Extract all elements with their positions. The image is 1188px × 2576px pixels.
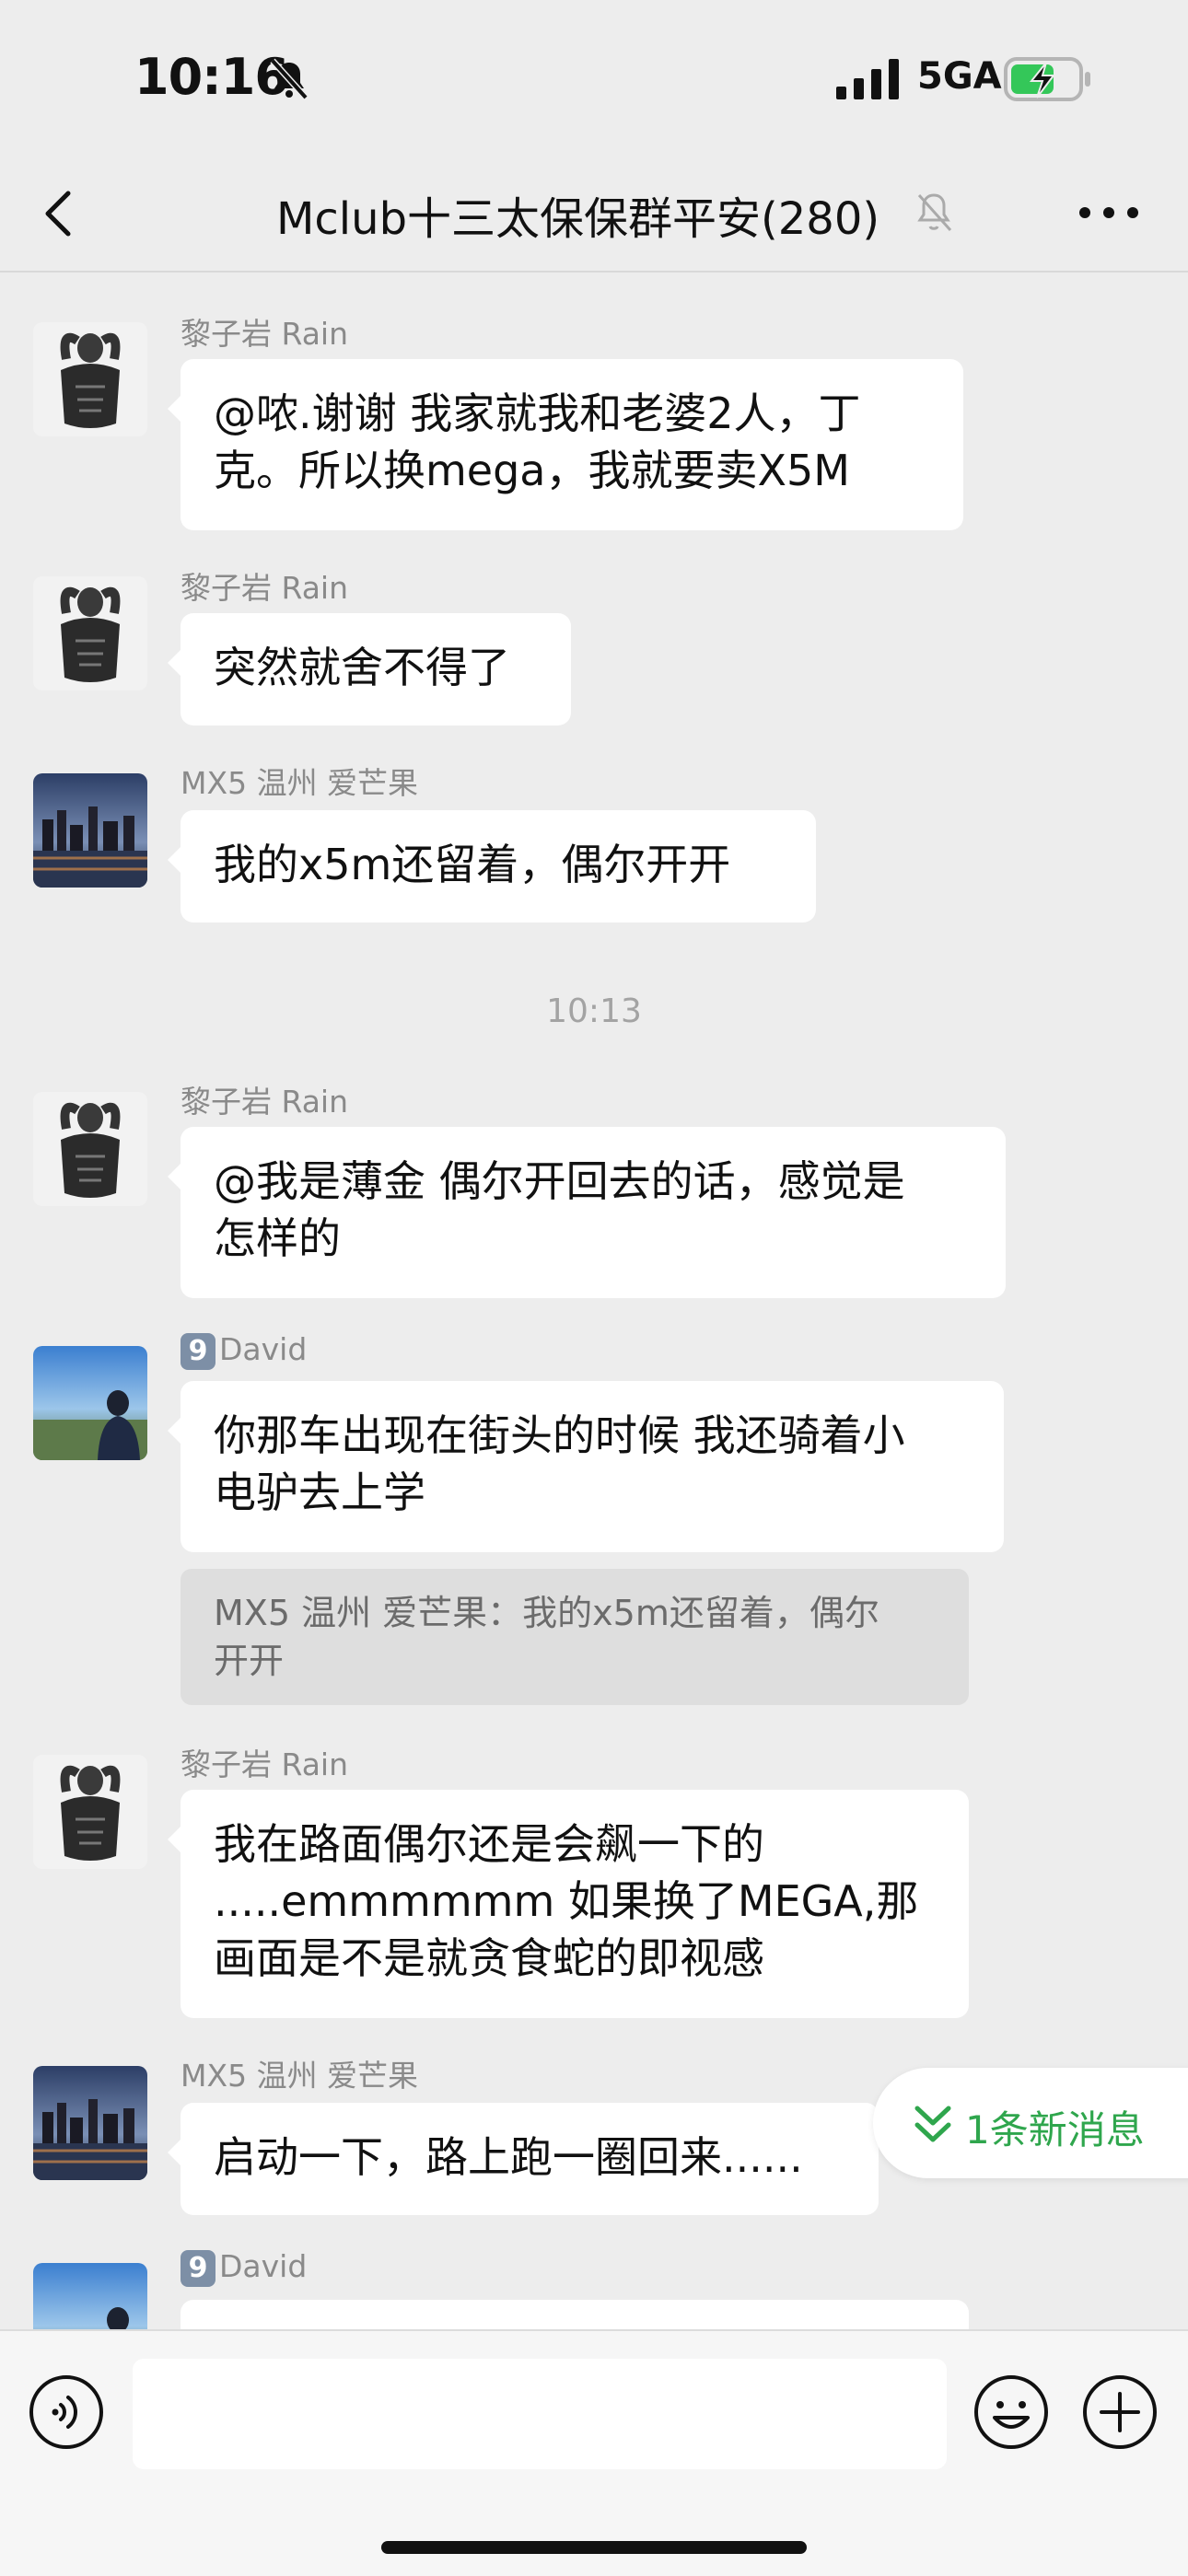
battery-icon [1004,57,1090,101]
bell-mute-icon [917,193,952,232]
voice-icon[interactable] [28,2373,105,2451]
sender-name: 9 David [181,1331,307,1370]
sender-name: 黎子岩 Rain [181,1084,348,1120]
avatar[interactable] [33,576,147,690]
bell-off-icon [270,58,309,100]
new-messages-button[interactable]: 1条新消息 [873,2068,1188,2178]
avatar[interactable] [33,1092,147,1206]
sender-name: MX5 温州 爱芒果 [181,765,419,801]
message-input[interactable] [133,2359,947,2469]
sender-name: MX5 温州 爱芒果 [181,2058,419,2094]
new-messages-label: 1条新消息 [965,2107,1145,2152]
status-bar: 10:16 5GA [0,0,1188,157]
level-badge: 9 [181,2249,215,2287]
signal-icon [836,59,899,99]
more-dots-icon[interactable] [1072,190,1146,236]
chat-title[interactable]: Mclub十三太保保群平安(280) [276,182,879,247]
message-bubble[interactable] [181,2300,969,2329]
message-bubble[interactable]: 启动一下，路上跑一圈回来...... [168,2103,879,2215]
quoted-message[interactable]: MX5 温州 爱芒果：我的x5m还留着，偶尔 开开 [181,1569,969,1705]
sender-name-text: David [219,2248,308,2284]
message-bubble[interactable]: 你那车出现在街头的时候 我还骑着小 电驴去上学 [168,1381,1004,1552]
back-icon[interactable] [31,177,90,250]
status-time: 10:16 [134,48,289,106]
chat-header: Mclub十三太保保群平安(280) [0,157,1188,273]
sender-name: 黎子岩 Rain [181,1746,348,1782]
level-badge: 9 [181,1332,215,1370]
time-separator: 10:13 [546,992,642,1030]
network-label: 5GA [917,55,1002,98]
message-bubble[interactable]: 我的x5m还留着，偶尔开开 [168,810,816,922]
emoji-icon[interactable] [973,2373,1050,2451]
avatar[interactable] [33,1346,147,1460]
avatar[interactable] [33,1755,147,1869]
home-indicator[interactable] [381,2541,807,2554]
sender-name: 黎子岩 Rain [181,316,348,352]
message-bubble[interactable]: @我是薄金 偶尔开回去的话，感觉是 怎样的 [168,1127,1006,1298]
avatar[interactable] [33,322,147,436]
message-list[interactable]: 黎子岩 Rain @哝.谢谢 我家就我和老婆2人，丁 克。所以换mega，我就要… [0,271,1188,2329]
message-bubble[interactable]: @哝.谢谢 我家就我和老婆2人，丁 克。所以换mega，我就要卖X5M [168,359,963,530]
avatar[interactable] [33,773,147,888]
plus-icon[interactable] [1081,2373,1159,2451]
avatar[interactable] [33,2066,147,2180]
avatar[interactable] [33,2263,147,2329]
double-chevron-down-icon [914,2106,951,2142]
message-bubble[interactable]: 我在路面偶尔还是会飙一下的 .....emmmmmm 如果换了MEGA,那 画面… [168,1790,969,2018]
sender-name-text: David [219,1331,308,1367]
sender-name: 黎子岩 Rain [181,570,348,606]
sender-name: 9 David [181,2248,307,2287]
input-bar [0,2329,1188,2576]
message-bubble[interactable]: 突然就舍不得了 [168,613,571,725]
